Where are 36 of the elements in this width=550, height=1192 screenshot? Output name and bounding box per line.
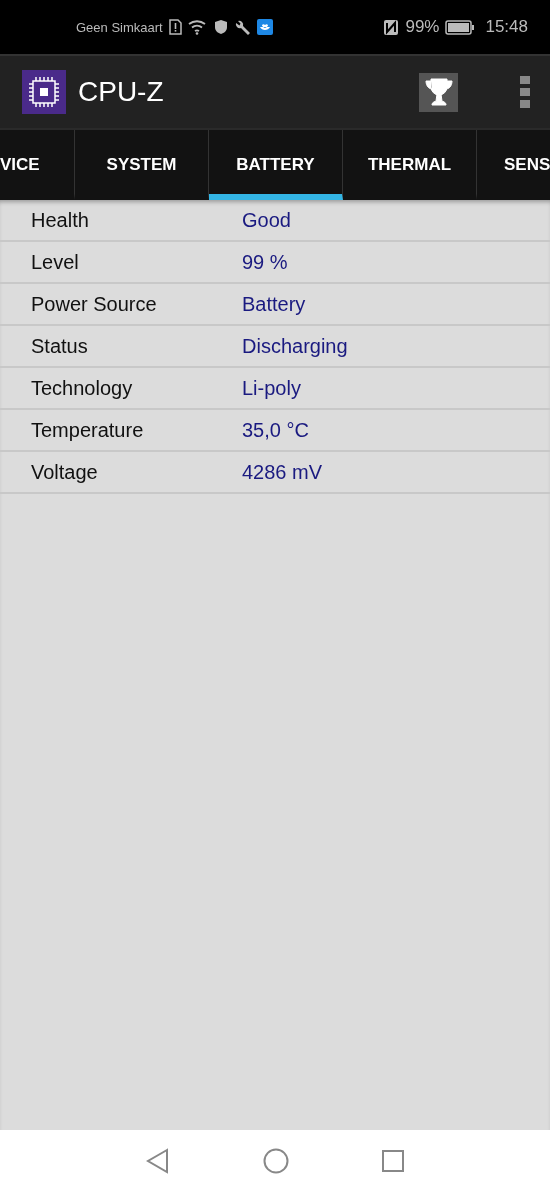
property-label: Power Source (30, 292, 158, 316)
property-value: Li-poly (242, 376, 301, 400)
shield-icon (213, 19, 228, 35)
clock: 15:48 (485, 17, 528, 37)
property-label: Status (30, 334, 89, 358)
tab[interactable]: SYSTEM (75, 130, 209, 200)
app-title: CPU-Z (78, 76, 164, 108)
wrench-icon (233, 18, 251, 36)
trophy-button[interactable] (419, 72, 458, 112)
tab[interactable]: VICE (0, 130, 75, 200)
tab[interactable]: SENS (477, 130, 550, 200)
tab[interactable]: THERMAL (343, 130, 477, 200)
property-value: 99 % (242, 250, 288, 274)
sim-alert-icon (168, 19, 182, 35)
property-label: Temperature (30, 418, 145, 442)
property-value: Good (242, 208, 291, 232)
back-icon[interactable] (145, 1148, 171, 1174)
property-value: 35,0 °C (242, 418, 309, 442)
property-label: Technology (30, 376, 134, 400)
property-value: Battery (242, 292, 306, 316)
recents-icon[interactable] (381, 1149, 405, 1173)
carrier-text: Geen Simkaart (76, 19, 163, 35)
wifi-icon (187, 19, 208, 35)
chip-logo-icon (22, 70, 66, 114)
battery-percentage: 99% (405, 17, 440, 37)
battery-icon (445, 19, 476, 35)
overflow-menu-button[interactable] (520, 76, 530, 108)
property-label: Level (30, 250, 80, 274)
property-label: Voltage (30, 460, 99, 484)
property-value: Discharging (242, 334, 348, 358)
nfc-icon (383, 18, 400, 36)
property-label: Health (30, 208, 90, 232)
app-notification-icon (256, 19, 273, 35)
property-value: 4286 mV (242, 460, 323, 484)
home-icon[interactable] (263, 1148, 289, 1174)
tab[interactable]: BATTERY (209, 130, 343, 200)
